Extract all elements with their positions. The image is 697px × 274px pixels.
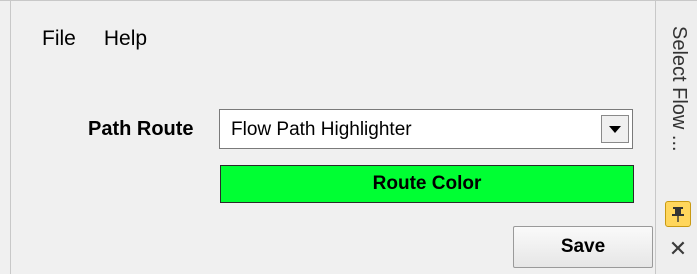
route-color-button[interactable]: Route Color	[220, 165, 634, 203]
menu-help[interactable]: Help	[86, 24, 157, 54]
close-icon: ✕	[668, 236, 688, 261]
save-label: Save	[560, 236, 606, 257]
menu-file[interactable]: File	[24, 24, 86, 54]
left-border	[10, 0, 11, 274]
save-button[interactable]: Save	[513, 226, 653, 268]
pin-button[interactable]	[665, 201, 691, 227]
main-panel: File Help Path Route Flow Path Highlight…	[0, 0, 655, 274]
menu-bar: File Help	[24, 24, 157, 54]
chevron-down-icon	[609, 126, 621, 133]
path-route-select[interactable]: Flow Path Highlighter	[219, 109, 633, 149]
dropdown-button[interactable]	[601, 115, 629, 143]
side-panel-title[interactable]: Select Flow ...	[664, 26, 692, 201]
path-route-label: Path Route	[88, 118, 194, 140]
route-color-label: Route Color	[372, 173, 482, 194]
select-flow-side-panel: Select Flow ... ✕	[655, 0, 697, 274]
path-route-selected-value: Flow Path Highlighter	[231, 119, 412, 140]
top-border	[0, 0, 697, 1]
pin-icon	[672, 207, 684, 222]
close-button[interactable]: ✕	[665, 236, 691, 262]
